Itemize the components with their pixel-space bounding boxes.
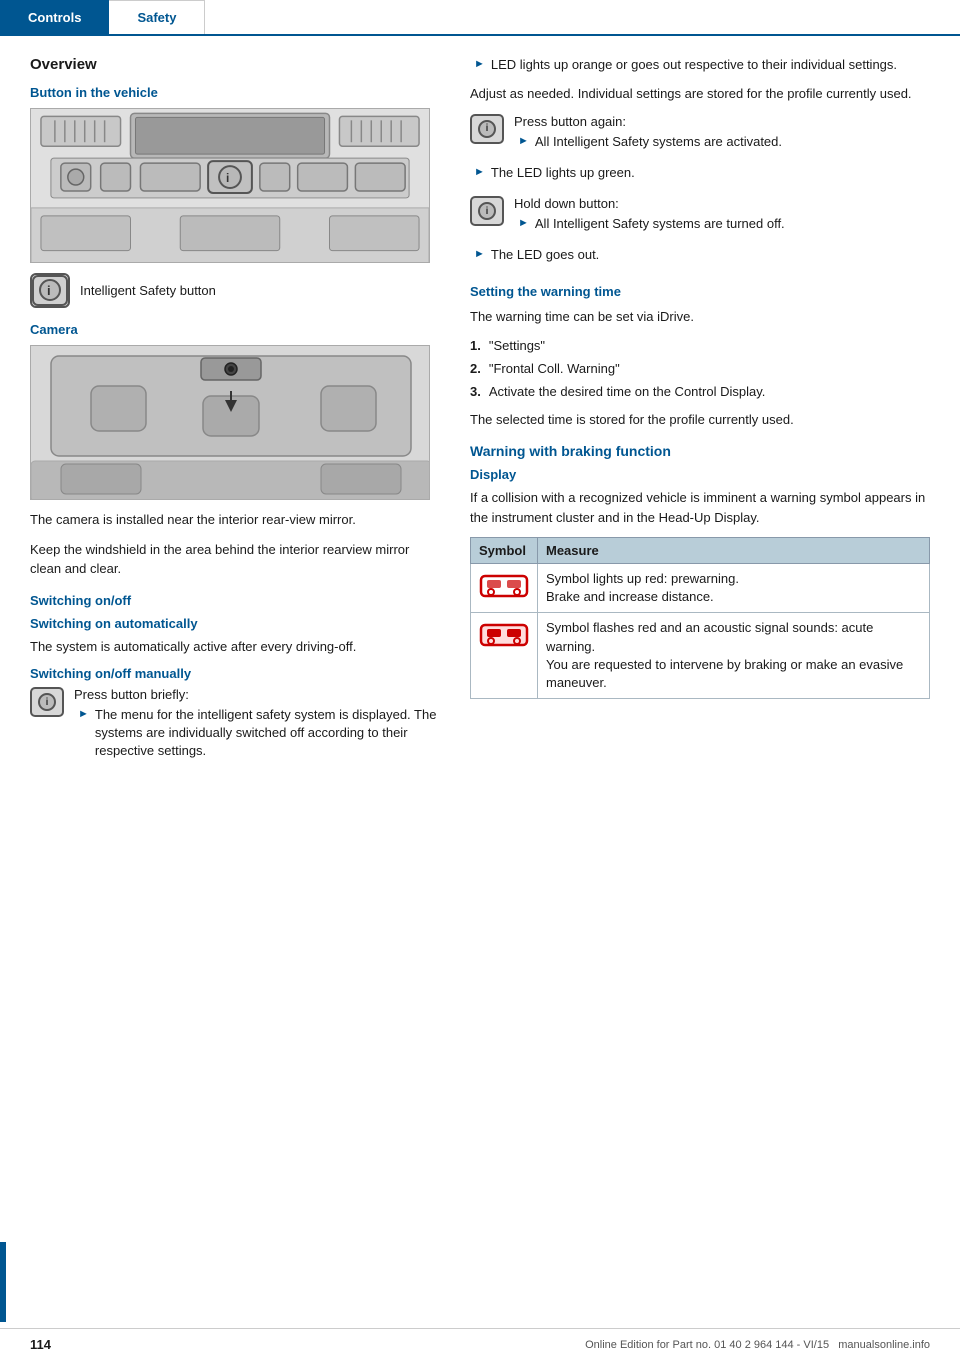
left-indicator [0,1242,6,1322]
tab-controls[interactable]: Controls [0,0,109,34]
page-footer: 114 Online Edition for Part no. 01 40 2 … [0,1328,960,1352]
page-number: 114 [30,1337,51,1352]
press-button-icon: i [30,687,64,717]
all-off-arrow: ► [518,217,529,229]
step-1-num: 1. [470,337,481,355]
overview-title: Overview [30,56,440,73]
bullet-arrow-1: ► [78,708,89,720]
press-again-row: i Press button again: ► All Intelligent … [470,114,930,156]
led-out-text: The LED goes out. [491,246,599,264]
all-activated-arrow: ► [518,135,529,147]
isb-label: Intelligent Safety button [80,283,216,298]
press-content: Press button briefly: ► The menu for the… [74,687,440,766]
svg-text:i: i [226,171,229,185]
led-out-arrow: ► [474,248,485,260]
led-bullet-arrow: ► [474,58,485,70]
braking-heading: Warning with braking function [470,443,930,459]
btn-circle: i [38,693,56,711]
svg-text:i: i [47,283,51,298]
measure-line-2-2: You are requested to intervene by brakin… [546,657,903,690]
main-content: Overview Button in the vehicle [0,36,960,800]
symbol-cell-2 [471,613,538,699]
adjust-text: Adjust as needed. Individual settings ar… [470,84,930,104]
camera-image [30,345,430,500]
hold-row: i Hold down button: ► All Intelligent Sa… [470,196,930,238]
all-off-text: All Intelligent Safety systems are turne… [535,215,785,233]
press-again-icon: i [470,114,504,144]
press-again-bullets: ► All Intelligent Safety systems are act… [514,133,930,151]
warning-time-text: The warning time can be set via iDrive. [470,307,930,327]
camera-text2: Keep the windshield in the area behind t… [30,540,440,579]
steps-list: 1. "Settings" 2. "Frontal Coll. Warning"… [470,337,930,402]
footer-info: Online Edition for Part no. 01 40 2 964 … [585,1339,930,1351]
switching-section: Switching on/off Switching on automatica… [30,593,440,766]
step-3: 3. Activate the desired time on the Cont… [470,383,930,401]
bullet-item-1: ► The menu for the intelligent safety sy… [74,706,440,761]
button-section-heading: Button in the vehicle [30,85,440,100]
step-2-text: "Frontal Coll. Warning" [489,360,620,378]
auto-text: The system is automatically active after… [30,637,440,657]
col-symbol: Symbol [471,538,538,564]
switching-heading: Switching on/off [30,593,440,608]
isb-icon: i [30,273,70,308]
step-1-text: "Settings" [489,337,545,355]
auto-heading: Switching on automatically [30,616,440,631]
hold-label: Hold down button: [514,196,930,211]
measure-line-2-1: Symbol flashes red and an acoustic signa… [546,620,873,653]
btn-circle-3: i [478,202,496,220]
braking-section: Warning with braking function Display If… [470,443,930,699]
display-heading: Display [470,467,930,482]
display-text: If a collision with a recognized vehicle… [470,488,930,527]
all-activated-text: All Intelligent Safety systems are activ… [535,133,782,151]
btn-circle-2: i [478,120,496,138]
led-green-arrow: ► [474,166,485,178]
step-3-text: Activate the desired time on the Control… [489,383,766,401]
hold-icon: i [470,196,504,226]
camera-section: Camera [30,322,440,579]
measure-cell-2: Symbol flashes red and an acoustic signa… [538,613,930,699]
left-column: Overview Button in the vehicle [0,56,460,780]
table-row-2: Symbol flashes red and an acoustic signa… [471,613,930,699]
button-section: Button in the vehicle [30,85,440,308]
tab-safety[interactable]: Safety [109,0,205,34]
led-bullet-text: LED lights up orange or goes out respect… [491,56,897,74]
step-2-num: 2. [470,360,481,378]
table-row-1: Symbol lights up red: prewarning. Brake … [471,564,930,613]
warning-time-section: Setting the warning time The warning tim… [470,284,930,429]
step-1: 1. "Settings" [470,337,930,355]
press-again-label: Press button again: [514,114,930,129]
led-out-item: ► The LED goes out. [470,246,930,264]
isb-row: i Intelligent Safety button [30,273,440,308]
top-navigation: Controls Safety [0,0,960,36]
hold-content: Hold down button: ► All Intelligent Safe… [514,196,930,238]
press-bullets: ► The menu for the intelligent safety sy… [74,706,440,761]
warning-table: Symbol Measure [470,537,930,699]
led-green-text: The LED lights up green. [491,164,635,182]
camera-heading: Camera [30,322,440,337]
symbol-cell-1 [471,564,538,613]
col-measure: Measure [538,538,930,564]
footer-info-text: Online Edition for Part no. 01 40 2 964 … [585,1339,829,1351]
press-again-content: Press button again: ► All Intelligent Sa… [514,114,930,156]
measure-line-1-1: Symbol lights up red: prewarning. [546,571,739,586]
warning-time-footer: The selected time is stored for the prof… [470,410,930,430]
measure-line-1-2: Brake and increase distance. [546,589,714,604]
warning-time-heading: Setting the warning time [470,284,930,299]
manual-heading: Switching on/off manually [30,666,440,681]
vehicle-dashboard-image: i [30,108,430,263]
press-label: Press button briefly: [74,687,440,702]
led-bullet-item: ► LED lights up orange or goes out respe… [470,56,930,74]
footer-domain: manualsonline.info [838,1339,930,1351]
hold-bullets: ► All Intelligent Safety systems are tur… [514,215,930,233]
measure-cell-1: Symbol lights up red: prewarning. Brake … [538,564,930,613]
led-green-item: ► The LED lights up green. [470,164,930,182]
step-3-num: 3. [470,383,481,401]
right-column: ► LED lights up orange or goes out respe… [460,56,960,780]
all-activated-item: ► All Intelligent Safety systems are act… [514,133,930,151]
camera-text1: The camera is installed near the interio… [30,510,440,530]
bullet-text-1: The menu for the intelligent safety syst… [95,706,440,761]
all-off-item: ► All Intelligent Safety systems are tur… [514,215,930,233]
step-2: 2. "Frontal Coll. Warning" [470,360,930,378]
press-row: i Press button briefly: ► The menu for t… [30,687,440,766]
